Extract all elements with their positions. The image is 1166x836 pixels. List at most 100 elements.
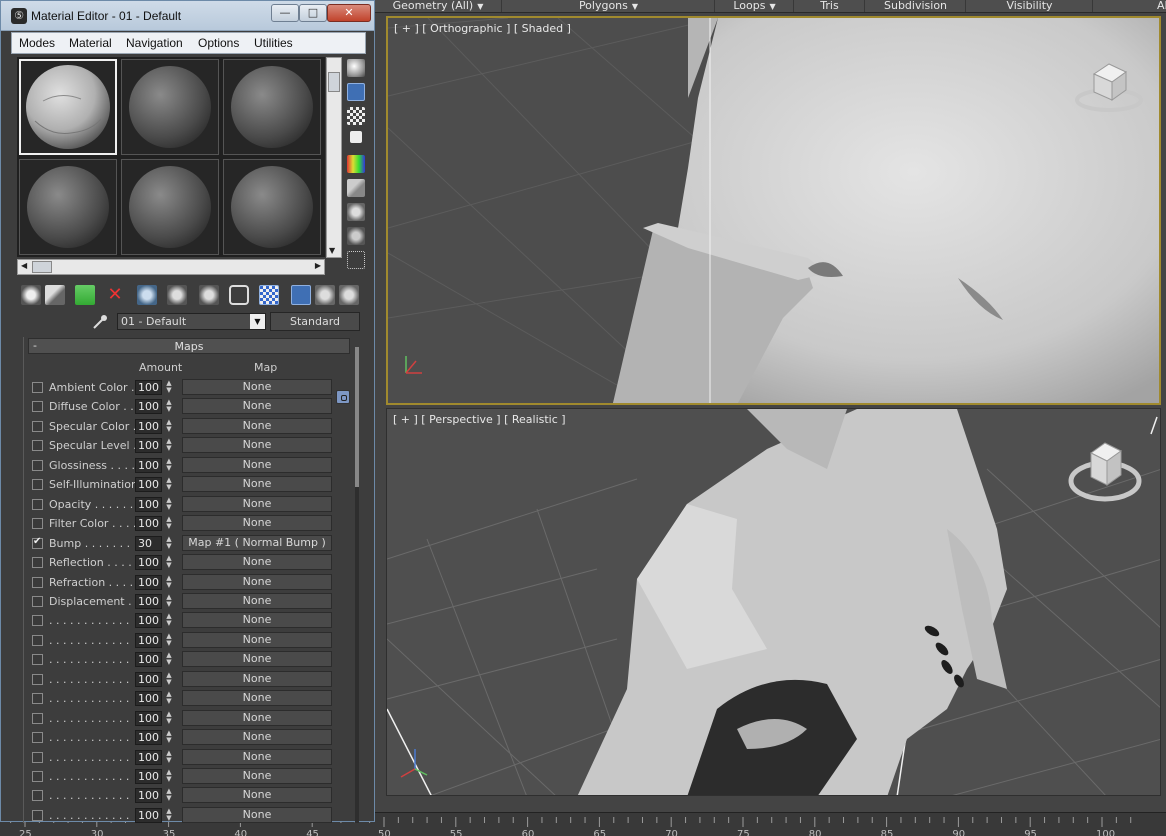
- map-amount-input[interactable]: 100: [135, 769, 162, 784]
- map-slot-button[interactable]: None: [182, 787, 332, 804]
- viewcube[interactable]: [1067, 437, 1143, 509]
- map-enable-checkbox[interactable]: [32, 440, 43, 452]
- menu-material[interactable]: Material: [69, 36, 112, 50]
- amount-spinner-icon[interactable]: ▲ ▼: [164, 477, 174, 492]
- scroll-down-icon[interactable]: ▼: [329, 246, 335, 255]
- map-slot-button[interactable]: None: [182, 456, 332, 473]
- material-type-button[interactable]: Standard: [270, 312, 360, 331]
- map-enable-checkbox[interactable]: [32, 595, 43, 607]
- go-forward-to-sibling-icon[interactable]: [339, 285, 359, 305]
- map-slot-button[interactable]: None: [182, 379, 332, 395]
- map-amount-input[interactable]: 100: [135, 457, 162, 473]
- amount-spinner-icon[interactable]: ▲ ▼: [164, 418, 174, 434]
- map-enable-checkbox[interactable]: [32, 498, 43, 510]
- select-by-material-icon[interactable]: [347, 227, 365, 245]
- rollout-header[interactable]: - Maps: [28, 338, 350, 354]
- map-slot-button[interactable]: None: [182, 398, 332, 415]
- map-amount-input[interactable]: 100: [135, 691, 162, 707]
- map-enable-checkbox[interactable]: [32, 634, 43, 646]
- map-enable-checkbox[interactable]: [32, 401, 43, 413]
- map-slot-button[interactable]: None: [182, 806, 332, 823]
- map-slot-button[interactable]: None: [182, 437, 332, 454]
- map-slot-button[interactable]: Map #1 ( Normal Bump ): [182, 534, 332, 551]
- map-slot-button[interactable]: None: [182, 768, 332, 784]
- map-slot-button[interactable]: None: [182, 495, 332, 512]
- slots-vertical-scrollbar[interactable]: ▼: [326, 57, 342, 258]
- ribbon-geometry-dropdown[interactable]: Geometry (All) ▼: [375, 0, 502, 12]
- amount-spinner-icon[interactable]: ▲ ▼: [164, 691, 174, 706]
- map-enable-checkbox[interactable]: [32, 693, 43, 705]
- copy-material-icon[interactable]: [137, 285, 157, 305]
- map-enable-checkbox[interactable]: [32, 732, 43, 744]
- map-amount-input[interactable]: 100: [135, 613, 162, 629]
- map-enable-checkbox[interactable]: [32, 576, 43, 588]
- viewcube[interactable]: [1074, 56, 1144, 112]
- get-material-icon[interactable]: [21, 285, 41, 305]
- amount-spinner-icon[interactable]: ▲ ▼: [164, 788, 174, 803]
- scroll-left-icon[interactable]: ◀: [21, 261, 27, 270]
- sample-slot-1[interactable]: [19, 59, 117, 155]
- map-slot-button[interactable]: None: [182, 476, 332, 493]
- video-color-check-icon[interactable]: [347, 155, 365, 173]
- viewport-orthographic[interactable]: [ + ] [ Orthographic ] [ Shaded ]: [386, 16, 1161, 405]
- amount-spinner-icon[interactable]: ▲ ▼: [164, 652, 174, 667]
- amount-spinner-icon[interactable]: ▲ ▼: [164, 574, 174, 590]
- slots-horizontal-scrollbar[interactable]: ◀ ▶: [17, 259, 325, 275]
- amount-spinner-icon[interactable]: ▲ ▼: [164, 730, 174, 745]
- map-slot-button[interactable]: None: [182, 748, 332, 765]
- map-enable-checkbox[interactable]: [32, 654, 43, 666]
- amount-spinner-icon[interactable]: ▲ ▼: [164, 380, 174, 395]
- uv-tiling-icon[interactable]: [350, 131, 362, 143]
- map-enable-checkbox[interactable]: [32, 809, 43, 821]
- map-enable-checkbox[interactable]: [32, 479, 43, 491]
- ribbon-visibility[interactable]: Visibility: [967, 0, 1093, 12]
- assign-to-selection-icon[interactable]: [75, 285, 95, 305]
- menu-utilities[interactable]: Utilities: [254, 36, 293, 50]
- sample-slot-6[interactable]: [223, 159, 321, 255]
- amount-spinner-icon[interactable]: ▲ ▼: [164, 438, 174, 453]
- scroll-thumb[interactable]: [355, 347, 359, 487]
- sample-slot-2[interactable]: [121, 59, 219, 155]
- amount-spinner-icon[interactable]: ▲ ▼: [164, 555, 174, 570]
- map-enable-checkbox[interactable]: [32, 536, 43, 549]
- amount-spinner-icon[interactable]: ▲ ▼: [164, 769, 174, 784]
- sample-slot-4[interactable]: [19, 159, 117, 255]
- viewport-label[interactable]: [ + ] [ Perspective ] [ Realistic ]: [393, 413, 566, 426]
- material-id-channel-icon[interactable]: [229, 285, 249, 305]
- map-amount-input[interactable]: 100: [135, 496, 162, 512]
- options-icon[interactable]: [347, 203, 365, 221]
- viewport-perspective[interactable]: [ + ] [ Perspective ] [ Realistic ]: [386, 408, 1161, 796]
- sample-slot-5[interactable]: [121, 159, 219, 255]
- maximize-button[interactable]: □: [299, 4, 327, 22]
- ribbon-subdivision[interactable]: Subdivision: [866, 0, 966, 12]
- ribbon-loops-dropdown[interactable]: Loops ▼: [716, 0, 794, 12]
- menu-modes[interactable]: Modes: [19, 36, 55, 50]
- amount-spinner-icon[interactable]: ▲ ▼: [164, 593, 174, 609]
- map-slot-button[interactable]: None: [182, 573, 332, 590]
- amount-spinner-icon[interactable]: ▲ ▼: [164, 516, 174, 531]
- amount-spinner-icon[interactable]: ▲ ▼: [164, 399, 174, 414]
- map-slot-button[interactable]: None: [182, 592, 332, 609]
- sample-slot-3[interactable]: [223, 59, 321, 155]
- viewport-label[interactable]: [ + ] [ Orthographic ] [ Shaded ]: [394, 22, 571, 35]
- map-slot-button[interactable]: None: [182, 612, 332, 629]
- map-enable-checkbox[interactable]: [32, 382, 43, 393]
- map-amount-input[interactable]: 100: [135, 807, 162, 823]
- minimize-button[interactable]: —: [271, 4, 299, 22]
- map-amount-input[interactable]: 100: [135, 555, 162, 571]
- ribbon-polygons-dropdown[interactable]: Polygons ▼: [503, 0, 715, 12]
- amount-spinner-icon[interactable]: ▲ ▼: [164, 671, 174, 687]
- map-slot-button[interactable]: None: [182, 651, 332, 668]
- backlight-icon[interactable]: [347, 83, 365, 101]
- map-amount-input[interactable]: 100: [135, 730, 162, 746]
- amount-spinner-icon[interactable]: ▲ ▼: [164, 457, 174, 473]
- map-slot-button[interactable]: None: [182, 709, 332, 726]
- map-amount-input[interactable]: 100: [135, 574, 162, 590]
- map-enable-checkbox[interactable]: [32, 673, 43, 685]
- material-name-field[interactable]: 01 - Default ▼: [117, 313, 266, 330]
- map-enable-checkbox[interactable]: [32, 420, 43, 432]
- map-enable-checkbox[interactable]: [32, 615, 43, 627]
- scroll-right-icon[interactable]: ▶: [315, 261, 321, 270]
- map-slot-button[interactable]: None: [182, 690, 332, 707]
- menu-navigation[interactable]: Navigation: [126, 36, 183, 50]
